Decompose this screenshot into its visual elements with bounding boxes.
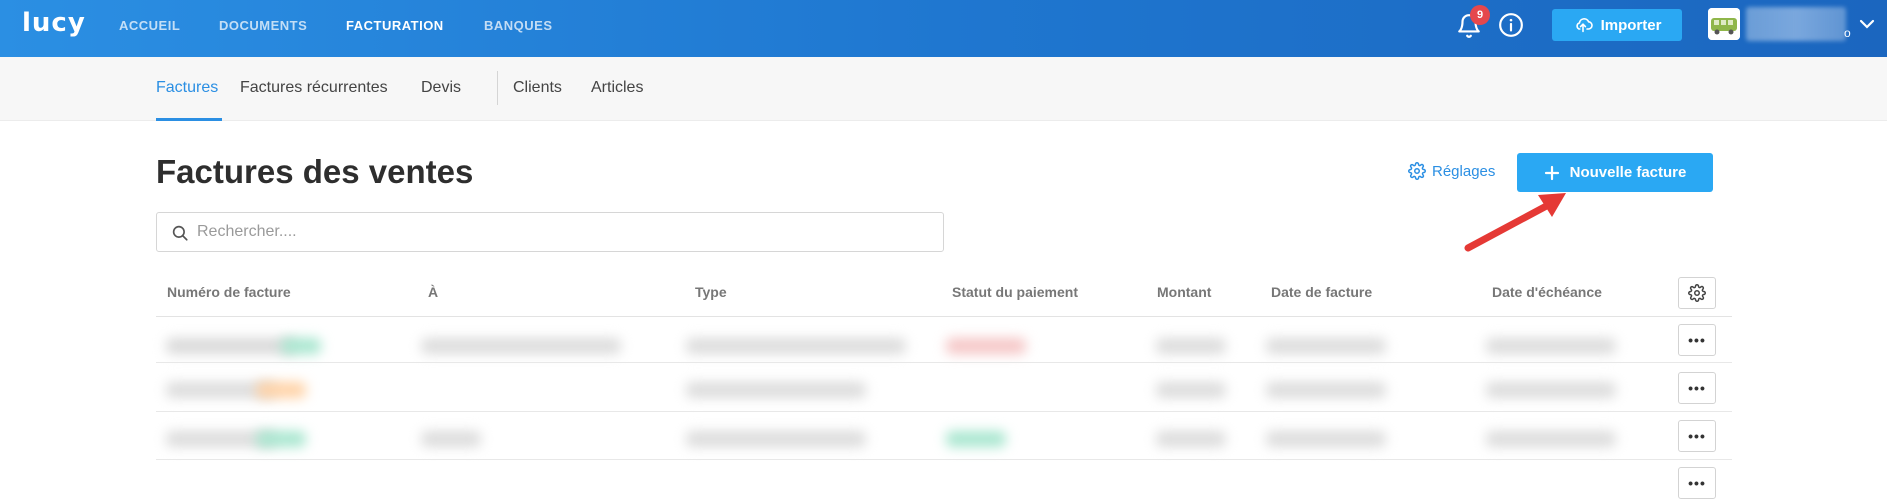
tab-factures-recurrentes[interactable]: Factures récurrentes — [240, 79, 388, 97]
top-navigation-bar: lucy ACCUEIL DOCUMENTS FACTURATION BANQU… — [0, 0, 1887, 57]
notification-badge: 9 — [1470, 5, 1490, 25]
blurred-cell — [946, 338, 1026, 354]
row-actions-button[interactable]: ••• — [1678, 467, 1716, 499]
column-header-recipient[interactable]: À — [428, 284, 438, 300]
user-name-suffix: o — [1844, 26, 1851, 40]
blurred-cell — [166, 338, 296, 354]
search-icon — [172, 225, 188, 241]
gear-icon — [1688, 284, 1706, 302]
blurred-cell — [281, 338, 321, 354]
blurred-cell — [421, 431, 481, 447]
nav-banques[interactable]: BANQUES — [484, 18, 553, 33]
settings-link[interactable]: Réglages — [1408, 162, 1495, 180]
row-divider — [156, 411, 1732, 412]
info-icon[interactable] — [1498, 12, 1524, 38]
table-row[interactable] — [156, 365, 1662, 413]
nav-documents[interactable]: DOCUMENTS — [219, 18, 307, 33]
blurred-cell — [686, 382, 866, 398]
row-actions-button[interactable]: ••• — [1678, 372, 1716, 404]
blurred-cell — [1266, 382, 1386, 398]
blurred-cell — [946, 431, 1006, 447]
user-name-blurred[interactable] — [1746, 7, 1846, 41]
blurred-cell — [1486, 431, 1616, 447]
blurred-cell — [686, 338, 906, 354]
new-invoice-label: Nouvelle facture — [1569, 164, 1687, 181]
blurred-cell — [686, 431, 866, 447]
nav-facturation[interactable]: FACTURATION — [346, 18, 444, 33]
search-input[interactable] — [197, 213, 927, 251]
tab-divider — [497, 71, 498, 105]
column-header-payment-status[interactable]: Statut du paiement — [952, 284, 1078, 300]
nav-accueil[interactable]: ACCUEIL — [119, 18, 180, 33]
import-button[interactable]: Importer — [1552, 9, 1682, 41]
active-tab-indicator — [156, 118, 222, 121]
table-header-divider — [156, 316, 1732, 317]
bus-avatar-icon — [1708, 8, 1740, 40]
row-divider — [156, 459, 1732, 460]
column-header-invoice-number[interactable]: Numéro de facture — [167, 284, 291, 300]
blurred-cell — [1266, 338, 1386, 354]
tab-factures[interactable]: Factures — [156, 79, 218, 97]
tab-clients[interactable]: Clients — [513, 79, 562, 97]
chevron-down-icon[interactable] — [1858, 17, 1876, 31]
app-logo[interactable]: lucy — [22, 8, 86, 38]
page-title: Factures des ventes — [156, 153, 474, 190]
avatar[interactable] — [1708, 8, 1740, 40]
blurred-cell — [1486, 382, 1616, 398]
tab-devis[interactable]: Devis — [421, 79, 461, 97]
blurred-cell — [421, 338, 621, 354]
row-actions-button[interactable]: ••• — [1678, 324, 1716, 356]
search-box — [156, 212, 944, 252]
cloud-upload-icon — [1575, 18, 1593, 33]
column-header-due-date[interactable]: Date d'échéance — [1492, 284, 1602, 300]
column-header-amount[interactable]: Montant — [1157, 284, 1211, 300]
gear-icon — [1408, 162, 1426, 180]
blurred-cell — [1156, 382, 1226, 398]
column-header-invoice-date[interactable]: Date de facture — [1271, 284, 1372, 300]
tab-articles[interactable]: Articles — [591, 79, 643, 97]
blurred-cell — [1486, 338, 1616, 354]
settings-label: Réglages — [1432, 162, 1496, 180]
blurred-cell — [256, 431, 306, 447]
plus-icon — [1544, 165, 1559, 180]
blurred-cell — [256, 382, 306, 398]
blurred-cell — [1156, 431, 1226, 447]
sub-navigation: Factures Factures récurrentes Devis Clie… — [0, 57, 1887, 121]
import-button-label: Importer — [1600, 16, 1662, 34]
table-row[interactable] — [156, 414, 1662, 462]
column-header-type[interactable]: Type — [695, 284, 727, 300]
blurred-cell — [1266, 431, 1386, 447]
blurred-cell — [1156, 338, 1226, 354]
annotation-arrow-icon — [1464, 193, 1566, 252]
row-actions-button[interactable]: ••• — [1678, 420, 1716, 452]
column-settings-button[interactable] — [1678, 277, 1716, 309]
row-divider — [156, 362, 1732, 363]
